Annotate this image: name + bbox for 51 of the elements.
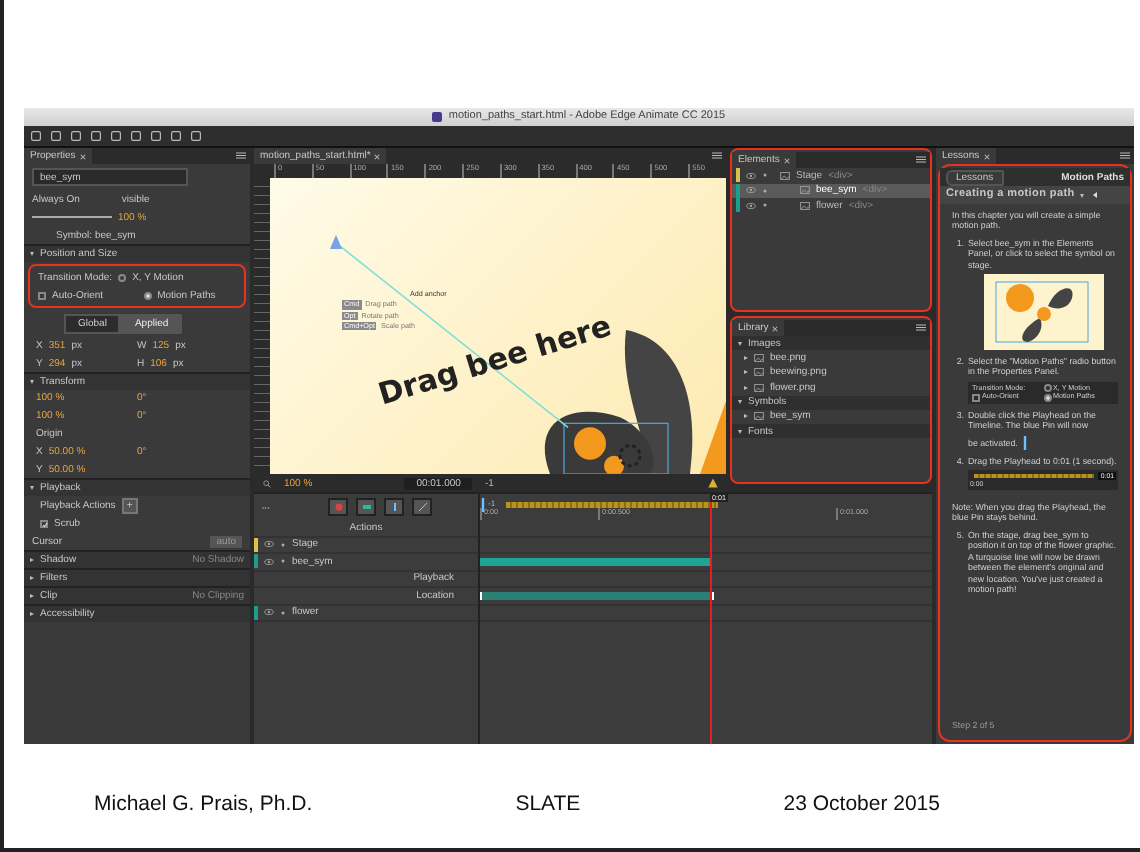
checkbox[interactable] — [38, 291, 46, 299]
image-icon — [754, 368, 764, 377]
close-icon[interactable] — [983, 153, 990, 159]
pin-icon — [389, 502, 399, 512]
radio-button[interactable] — [1043, 384, 1051, 393]
pin-button[interactable] — [384, 498, 404, 516]
footer-title: SLATE — [515, 792, 581, 816]
panel-menu-icon[interactable] — [712, 152, 722, 160]
checkbox[interactable] — [40, 519, 48, 527]
close-icon[interactable] — [374, 153, 381, 159]
footer-date: 23 October 2015 — [783, 792, 940, 816]
panel-menu-icon[interactable] — [236, 152, 246, 160]
timeline-track[interactable] — [480, 588, 932, 605]
radio-button[interactable] — [143, 291, 152, 299]
keyframe-icon — [361, 502, 371, 512]
warning-icon[interactable] — [708, 478, 718, 488]
easing-button[interactable] — [412, 498, 432, 516]
panel-menu-icon[interactable] — [1120, 152, 1130, 160]
close-icon[interactable] — [79, 153, 86, 159]
image-icon — [780, 171, 790, 180]
close-icon[interactable] — [783, 157, 790, 163]
image-icon — [754, 412, 764, 421]
image-icon — [754, 353, 764, 362]
pin-icon[interactable] — [480, 497, 486, 511]
eye-icon[interactable] — [264, 608, 274, 617]
zoom-icon[interactable] — [262, 479, 272, 487]
eye-icon[interactable] — [746, 201, 756, 210]
radio-button[interactable] — [118, 273, 127, 281]
eye-icon[interactable] — [264, 540, 274, 549]
document-icon — [432, 112, 443, 122]
image-icon — [800, 201, 810, 210]
eye-icon[interactable] — [746, 171, 756, 180]
radio-button[interactable] — [1043, 393, 1051, 402]
panel-menu-icon[interactable] — [916, 156, 926, 164]
diagonal-line-icon — [417, 502, 427, 512]
previous-icon[interactable] — [1090, 190, 1101, 200]
footer-author: Michael G. Prais, Ph.D. — [94, 792, 313, 816]
panel-menu-icon[interactable] — [916, 324, 926, 332]
dropdown-caret-icon[interactable] — [1080, 193, 1085, 197]
record-button[interactable] — [328, 498, 348, 516]
pin-icon — [1021, 435, 1028, 450]
image-icon — [800, 186, 810, 195]
timeline-track[interactable] — [480, 554, 932, 571]
auto-keyframe-button[interactable] — [356, 498, 376, 516]
record-dot-icon — [333, 502, 343, 512]
eye-icon[interactable] — [264, 557, 274, 566]
eye-icon[interactable] — [746, 186, 756, 195]
close-icon[interactable] — [772, 325, 779, 331]
image-icon — [754, 383, 764, 392]
checkbox[interactable] — [972, 393, 980, 402]
keyframe-bar[interactable] — [480, 557, 710, 566]
